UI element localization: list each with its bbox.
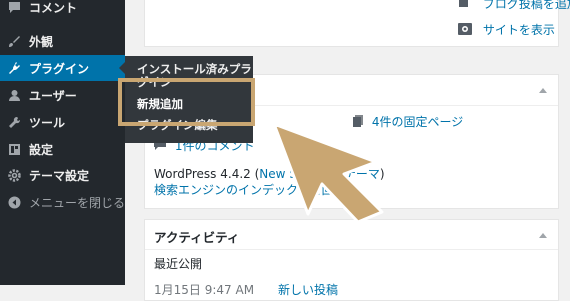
panel-divider <box>145 249 558 250</box>
sidebar-item-label: テーマ設定 <box>29 168 90 183</box>
activity-post-link[interactable]: 新しい投稿 <box>278 281 338 298</box>
highlight-box <box>118 78 255 126</box>
sidebar-item-label: 設定 <box>29 142 54 157</box>
sidebar-item-label: メニューを閉じる <box>29 195 126 210</box>
activity-panel: アクティビティ 最近公開 1月15日 9:47 AM 新しい投稿 <box>144 219 559 301</box>
sidebar-item-tools[interactable]: ツール <box>0 109 125 135</box>
collapse-arrow-icon[interactable] <box>539 233 547 238</box>
submenu-installed-plugins[interactable]: インストール済みプラ <box>137 63 252 75</box>
collapse-menu-button[interactable]: メニューを閉じる <box>0 189 125 215</box>
view-site-link[interactable]: サイトを表示 <box>458 21 555 38</box>
gear-icon <box>7 168 21 182</box>
collapse-arrow-icon[interactable] <box>539 88 547 93</box>
sidebar-item-label: ユーザー <box>29 88 77 103</box>
sidebar-item-settings[interactable]: 設定 <box>0 136 125 162</box>
sidebar-item-label: コメント <box>29 0 78 15</box>
sidebar-item-appearance[interactable]: 外観 <box>0 28 125 54</box>
sidebar-item-comments[interactable]: コメント <box>0 0 125 20</box>
user-icon <box>7 88 21 102</box>
plugin-icon <box>7 61 21 75</box>
comment-icon <box>7 0 21 14</box>
admin-sidebar: コメント 外観 プラグイン ユーザー ツール 設定 テーマ設定 メニューを閉じる <box>0 0 125 285</box>
view-icon <box>458 23 472 38</box>
wrench-icon <box>7 115 21 129</box>
quick-links-panel: ブログ投稿を追加 サイトを表示 <box>144 0 570 47</box>
pointer-arrow-icon <box>272 122 384 224</box>
edit-icon <box>458 0 470 12</box>
sidebar-item-label: ツール <box>29 115 66 130</box>
sidebar-item-label: 外観 <box>29 34 54 49</box>
sidebar-item-theme-settings[interactable]: テーマ設定 <box>0 162 125 188</box>
activity-date: 1月15日 9:47 AM <box>154 283 255 297</box>
sidebar-item-plugins[interactable]: プラグイン <box>0 55 125 81</box>
activity-title: アクティビティ <box>154 230 240 245</box>
paintbrush-icon <box>7 34 21 48</box>
collapse-icon <box>7 195 21 209</box>
sidebar-item-label: プラグイン <box>29 61 90 76</box>
sidebar-item-users[interactable]: ユーザー <box>0 82 125 108</box>
settings-icon <box>7 142 21 156</box>
add-post-link[interactable]: ブログ投稿を追加 <box>458 0 570 12</box>
recently-published-heading: 最近公開 <box>154 257 203 271</box>
